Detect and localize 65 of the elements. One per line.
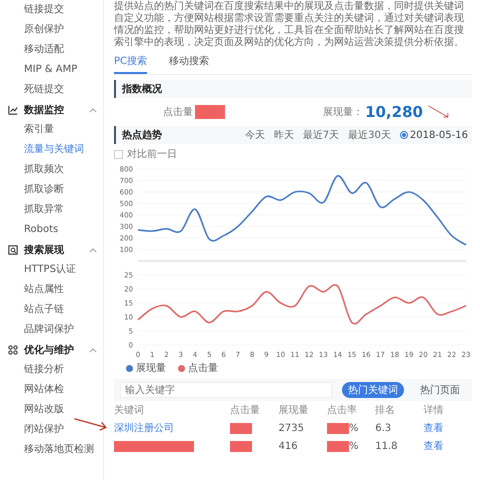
- view-toggle-button[interactable]: 热门关键词: [342, 382, 404, 398]
- sidebar-item[interactable]: Robots: [0, 220, 103, 240]
- keyword-link[interactable]: 深圳注册公司: [114, 421, 174, 435]
- sidebar-item[interactable]: 站点属性: [0, 280, 103, 300]
- sidebar-item[interactable]: HTTPS认证: [0, 260, 103, 280]
- sidebar-item[interactable]: 链接提交: [0, 0, 103, 20]
- sidebar-item[interactable]: 抓取诊断: [0, 180, 103, 200]
- date-range-option[interactable]: 最近7天: [302, 128, 340, 142]
- section-title: 热点趋势: [122, 128, 162, 142]
- sidebar-item[interactable]: 抓取频次: [0, 160, 103, 180]
- sidebar-item[interactable]: 原创保护: [0, 20, 103, 40]
- sidebar-item[interactable]: 品牌词保护: [0, 320, 103, 340]
- annotation-arrow: [428, 104, 450, 120]
- sidebar-item[interactable]: 闭站保护: [0, 420, 103, 440]
- compare-checkbox[interactable]: 对比前一日: [114, 147, 472, 161]
- sidebar-item[interactable]: 抓取异常: [0, 200, 103, 220]
- tools-icon: [8, 345, 18, 355]
- column-header: 排名: [375, 404, 396, 417]
- date-range-option[interactable]: 2018-05-16: [400, 128, 468, 142]
- sidebar-section-title: 数据监控: [24, 104, 64, 117]
- table-cell: 11.8: [375, 440, 398, 452]
- view-toggle-button[interactable]: 热门页面: [414, 382, 466, 398]
- legend-item[interactable]: 展现量: [126, 361, 166, 375]
- table-cell: 2735: [278, 422, 304, 434]
- sidebar-section-title: 搜索展现: [24, 244, 64, 257]
- sidebar-item[interactable]: 链接分析: [0, 360, 103, 380]
- annotation-arrow: [72, 417, 110, 431]
- chart-icon: [8, 105, 18, 115]
- percent-sign: %: [348, 422, 358, 434]
- column-header: 点击量: [230, 404, 262, 417]
- column-header: 关键词: [114, 404, 145, 417]
- sidebar-item[interactable]: 网站改版: [0, 400, 103, 420]
- legend-item[interactable]: 点击量: [178, 361, 218, 375]
- column-header: 点击率: [326, 404, 358, 417]
- column-header: 展现量: [278, 404, 310, 417]
- keyword-link[interactable]: 查看: [424, 421, 444, 435]
- table-cell: 6.3: [375, 422, 392, 434]
- sidebar-item[interactable]: 站点子链: [0, 300, 103, 320]
- stat-label: 点击量: [163, 106, 194, 119]
- chevron-up-icon[interactable]: [89, 348, 97, 352]
- chevron-up-icon[interactable]: [89, 248, 97, 252]
- section-title: 指数概况: [122, 82, 162, 96]
- percent-sign: %: [348, 440, 358, 452]
- search-icon: [8, 245, 18, 255]
- search-type-tab[interactable]: 移动搜索: [169, 52, 210, 74]
- table-cell: 416: [278, 440, 298, 452]
- sidebar-item[interactable]: 索引量: [0, 120, 103, 140]
- date-range-option[interactable]: 今天: [244, 128, 265, 142]
- date-range-option[interactable]: 最近30天: [348, 128, 391, 142]
- intro-text: 提供站点的热门关键词在百度搜索结果中的展现及点击量数据，同时提供关键词自定义功能，方便网站根据需求设置需要重点关注的关键词，通过对关键词表现情况的监控，帮助网站更好进行优化，工具旨在全面帮助站长了解网站在百度搜索引擎中的表现，决定页面及网站的优化方向，为网站运营决策提供分析依据。: [114, 1, 465, 49]
- date-range-option[interactable]: 昨天: [274, 128, 294, 142]
- search-type-tab[interactable]: PC搜索: [114, 52, 148, 74]
- sidebar-item[interactable]: 死链提交: [0, 80, 103, 100]
- stat-label: 展现量：: [323, 106, 364, 119]
- keyword-search-field[interactable]: 输入关键字: [120, 382, 332, 398]
- stat-value: 10,280: [365, 103, 423, 121]
- sidebar-item[interactable]: 移动适配: [0, 40, 103, 60]
- sidebar-section-title: 优化与维护: [24, 343, 74, 357]
- sidebar-item[interactable]: 网站体检: [0, 380, 103, 400]
- sidebar-item[interactable]: 流量与关键词: [0, 140, 103, 160]
- sidebar-item[interactable]: MIP & AMP: [0, 60, 103, 80]
- sidebar-item[interactable]: 移动落地页检测: [0, 440, 103, 460]
- column-header: 详情: [424, 404, 445, 417]
- keyword-link[interactable]: 查看: [424, 439, 444, 453]
- chevron-up-icon[interactable]: [89, 108, 97, 112]
